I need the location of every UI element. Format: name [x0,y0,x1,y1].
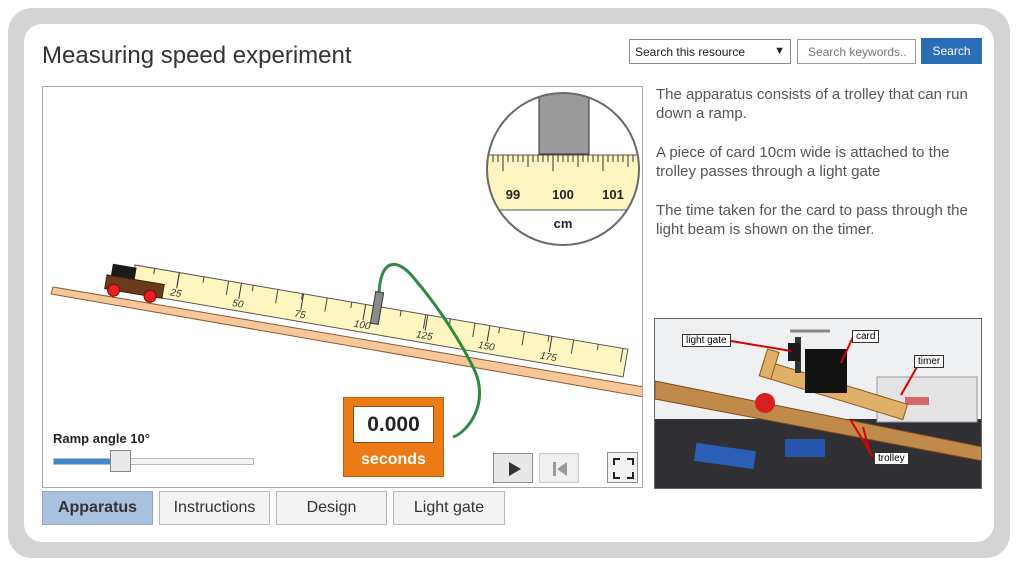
ruler-label: 25 [168,287,182,300]
description-paragraph-1: The apparatus consists of a trolley that… [656,86,968,122]
fullscreen-icon [613,458,634,479]
timer-display: 0.000 seconds [343,397,444,477]
tab-light-gate[interactable]: Light gate [393,491,505,525]
chevron-down-icon: ▼ [774,45,785,57]
play-icon [509,462,521,476]
ramp-angle-slider[interactable] [53,450,254,472]
timer-unit: seconds [361,451,426,468]
play-button[interactable] [493,453,533,483]
search-input[interactable]: Search keywords.. [797,39,916,64]
description-paragraph-3: The time taken for the card to pass thro… [656,202,968,238]
photo-label-timer: timer [914,355,945,368]
tab-design[interactable]: Design [276,491,387,525]
slider-thumb[interactable] [110,450,132,472]
magnifier-unit: cm [554,216,573,231]
reset-button[interactable] [539,453,579,483]
magnified-light-gate [538,93,590,155]
magnifier-label: 100 [552,187,574,202]
tab-instructions[interactable]: Instructions [159,491,270,525]
magnifier-label: 101 [602,187,624,202]
ramp-angle-label: Ramp angle 10° [53,431,150,446]
timer-value: 0.000 [353,406,434,443]
description-paragraph-2: A piece of card 10cm wide is attached to… [656,144,950,180]
photo-label-trolley: trolley [874,452,909,465]
photo-label-card: card [852,330,880,343]
page-title: Measuring speed experiment [42,42,352,69]
magnifier-label: 99 [506,187,520,202]
apparatus-photo: light gate card timer trolley [654,318,982,489]
search-scope-value: Search this resource [635,45,746,59]
search-button[interactable]: Search [921,38,982,64]
tab-apparatus[interactable]: Apparatus [42,491,153,525]
search-scope-select[interactable]: Search this resource ▼ [629,39,791,64]
skip-back-icon [553,462,567,476]
fullscreen-button[interactable] [607,452,638,483]
photo-label-light-gate: light gate [682,334,731,347]
ruler-label: 50 [231,298,244,311]
ruler-label: 75 [294,309,307,322]
